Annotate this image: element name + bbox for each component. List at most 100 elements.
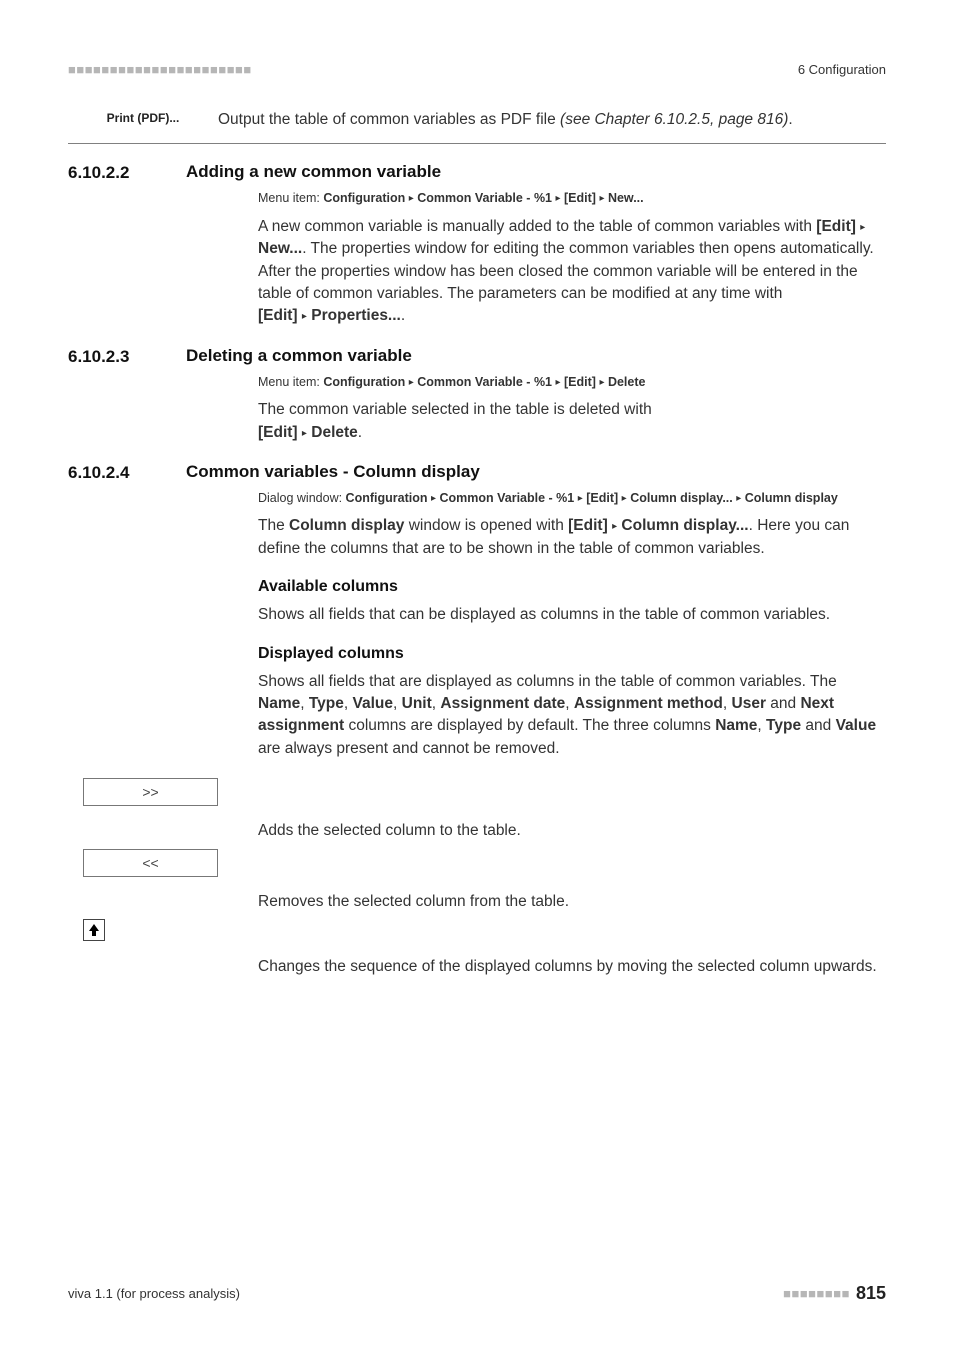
menu-path: Menu item: Configuration ▸ Common Variab… xyxy=(258,189,886,207)
menu-item: Column display xyxy=(745,491,838,505)
ui-label: Properties... xyxy=(311,307,401,324)
page-footer: viva 1.1 (for process analysis) ■■■■■■■■… xyxy=(68,1283,886,1304)
button-description: Adds the selected column to the table. xyxy=(258,820,886,842)
text: columns are displayed by default. The th… xyxy=(344,717,715,734)
paragraph: The common variable selected in the tabl… xyxy=(258,399,886,444)
text: . xyxy=(401,307,405,324)
footer-ornament: ■■■■■■■■ xyxy=(783,1286,850,1301)
menu-item: [Edit] xyxy=(564,375,596,389)
definition-term: Print (PDF)... xyxy=(68,109,218,125)
add-column-button[interactable]: >> xyxy=(83,778,218,806)
column-name: Type xyxy=(309,695,344,712)
menu-path: Dialog window: Configuration ▸ Common Va… xyxy=(258,489,886,507)
page-header: ■■■■■■■■■■■■■■■■■■■■■■ 6 Configuration xyxy=(68,62,886,77)
triangle-icon: ▸ xyxy=(302,311,307,322)
page-number: 815 xyxy=(856,1283,886,1304)
triangle-icon: ▸ xyxy=(431,493,436,504)
text: , xyxy=(344,695,353,712)
text: . xyxy=(788,111,792,128)
definition-desc: Output the table of common variables as … xyxy=(218,109,886,131)
ui-label: [Edit] xyxy=(258,424,298,441)
menu-item: Configuration xyxy=(323,191,405,205)
triangle-icon: ▸ xyxy=(622,493,627,504)
arrow-up-icon xyxy=(87,923,101,937)
menu-item: Delete xyxy=(608,375,646,389)
ui-label: Column display... xyxy=(621,517,748,534)
menu-item: New... xyxy=(608,191,644,205)
text: and xyxy=(766,695,800,712)
menu-path: Menu item: Configuration ▸ Common Variab… xyxy=(258,373,886,391)
text: Menu item: xyxy=(258,191,323,205)
column-name: Name xyxy=(258,695,300,712)
triangle-icon: ▸ xyxy=(860,222,865,233)
paragraph: Shows all fields that can be displayed a… xyxy=(258,604,886,626)
text: , xyxy=(393,695,402,712)
text: Menu item: xyxy=(258,375,323,389)
text: are always present and cannot be removed… xyxy=(258,740,560,757)
text: Dialog window: xyxy=(258,491,346,505)
definition-row-print-pdf: Print (PDF)... Output the table of commo… xyxy=(68,101,886,144)
column-name: Name xyxy=(715,717,757,734)
section-heading: 6.10.2.3 Deleting a common variable xyxy=(68,346,886,367)
text: Output the table of common variables as … xyxy=(218,111,560,128)
section-title: Common variables - Column display xyxy=(186,462,886,483)
menu-item: Configuration xyxy=(323,375,405,389)
subheading-displayed-columns: Displayed columns xyxy=(258,645,886,663)
subheading-available-columns: Available columns xyxy=(258,578,886,596)
remove-column-button[interactable]: << xyxy=(83,849,218,877)
menu-item: [Edit] xyxy=(564,191,596,205)
triangle-icon: ▸ xyxy=(302,428,307,439)
button-description: Removes the selected column from the tab… xyxy=(258,891,886,913)
text: window is opened with xyxy=(404,517,568,534)
ui-label: [Edit] xyxy=(568,517,608,534)
text: , xyxy=(757,717,766,734)
triangle-icon: ▸ xyxy=(409,377,414,388)
column-name: Assignment method xyxy=(574,695,723,712)
paragraph: The Column display window is opened with… xyxy=(258,515,886,560)
menu-item: Configuration xyxy=(346,491,428,505)
section-heading: 6.10.2.4 Common variables - Column displ… xyxy=(68,462,886,483)
column-name: Type xyxy=(766,717,801,734)
text: , xyxy=(723,695,732,712)
triangle-icon: ▸ xyxy=(599,377,604,388)
ui-label: Delete xyxy=(311,424,358,441)
chapter-label: 6 Configuration xyxy=(798,62,886,77)
text: The common variable selected in the tabl… xyxy=(258,401,652,418)
text: . The properties window for editing the … xyxy=(258,240,874,302)
menu-item: Common Variable - %1 xyxy=(417,191,552,205)
column-name: Value xyxy=(353,695,394,712)
column-name: Assignment date xyxy=(440,695,565,712)
ui-label: New... xyxy=(258,240,302,257)
column-name: Unit xyxy=(402,695,432,712)
section-title: Adding a new common variable xyxy=(186,162,886,183)
triangle-icon: ▸ xyxy=(612,521,617,532)
text: and xyxy=(801,717,835,734)
menu-item: [Edit] xyxy=(586,491,618,505)
section-title: Deleting a common variable xyxy=(186,346,886,367)
section-number: 6.10.2.3 xyxy=(68,346,186,367)
triangle-icon: ▸ xyxy=(556,193,561,204)
move-up-button[interactable] xyxy=(83,919,105,941)
text: Shows all fields that are displayed as c… xyxy=(258,673,837,690)
ui-label: Column display xyxy=(289,517,404,534)
text: A new common variable is manually added … xyxy=(258,218,816,235)
text: The xyxy=(258,517,289,534)
triangle-icon: ▸ xyxy=(409,193,414,204)
triangle-icon: ▸ xyxy=(599,193,604,204)
column-name: Value xyxy=(836,717,877,734)
ui-label: [Edit] xyxy=(816,218,856,235)
text: . xyxy=(358,424,362,441)
header-ornament: ■■■■■■■■■■■■■■■■■■■■■■ xyxy=(68,62,252,77)
footer-product: viva 1.1 (for process analysis) xyxy=(68,1286,240,1301)
text: , xyxy=(565,695,574,712)
paragraph: Shows all fields that are displayed as c… xyxy=(258,671,886,761)
paragraph: A new common variable is manually added … xyxy=(258,216,886,328)
button-description: Changes the sequence of the displayed co… xyxy=(258,956,886,978)
menu-item: Column display... xyxy=(630,491,733,505)
triangle-icon: ▸ xyxy=(578,493,583,504)
triangle-icon: ▸ xyxy=(736,493,741,504)
ui-label: [Edit] xyxy=(258,307,298,324)
text: , xyxy=(300,695,309,712)
menu-item: Common Variable - %1 xyxy=(439,491,574,505)
triangle-icon: ▸ xyxy=(556,377,561,388)
